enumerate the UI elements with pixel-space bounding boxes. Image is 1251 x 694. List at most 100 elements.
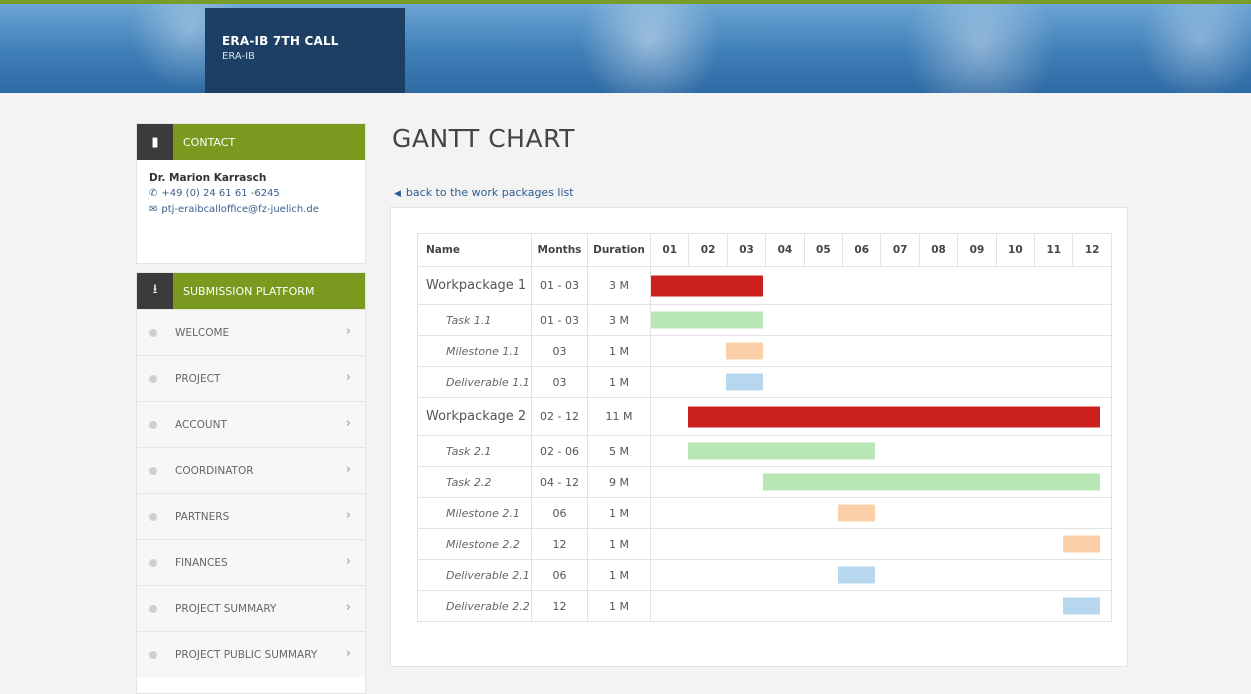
contact-header: ▮ CONTACT [137, 124, 365, 160]
bullet-icon [149, 374, 157, 383]
site-subtitle: ERA-IB [222, 51, 255, 62]
chevron-right-icon: › [345, 324, 351, 339]
header-banner: ERA-IB 7TH CALL ERA-IB [0, 0, 1251, 93]
row-name: Deliverable 2.2 [417, 590, 532, 622]
sidebar-item-coordinator[interactable]: COORDINATOR › [137, 447, 365, 493]
submission-heading: SUBMISSION PLATFORM [183, 284, 315, 298]
row-name: Workpackage 1 [417, 266, 532, 305]
month-label: 04 [765, 234, 803, 266]
sidebar-item-label: WELCOME [175, 326, 230, 339]
row-timeline [650, 435, 1112, 467]
row-name: Milestone 1.1 [417, 335, 532, 367]
sidebar-item-project-public-summary[interactable]: PROJECT PUBLIC SUMMARY › [137, 631, 365, 677]
contact-heading: CONTACT [183, 135, 236, 149]
milestone-bar [725, 342, 764, 360]
submission-nav: WELCOME › PROJECT › ACCOUNT › COORDINATOR › PART… [137, 309, 365, 677]
row-name: Deliverable 1.1 [417, 366, 532, 398]
row-name: Milestone 2.2 [417, 528, 532, 560]
header-accent-line [0, 0, 1251, 4]
site-title[interactable]: ERA-IB 7TH CALL [222, 34, 339, 48]
row-months: 03 [531, 335, 588, 367]
chevron-right-icon: › [345, 370, 351, 385]
row-duration: 1 M [587, 590, 651, 622]
bullet-icon [149, 558, 157, 567]
chevron-right-icon: › [345, 646, 351, 661]
row-duration: 1 M [587, 559, 651, 591]
bullet-icon [149, 650, 157, 659]
task-row: Task 2.1 02 - 06 5 M [417, 435, 1112, 467]
contact-card: ▮ CONTACT Dr. Marion Karrasch ✆ +49 (0) 2… [136, 123, 366, 264]
row-months: 04 - 12 [531, 466, 588, 498]
sidebar-item-welcome[interactable]: WELCOME › [137, 309, 365, 355]
task-bar [651, 311, 764, 329]
deliverable-bar [725, 373, 764, 391]
contact-email[interactable]: ✉ ptj-eraibcalloffice@fz-juelich.de [149, 202, 353, 218]
phone-text: +49 (0) 24 61 61 -6245 [161, 188, 280, 199]
month-label: 09 [957, 234, 995, 266]
gantt-body: Workpackage 1 01 - 03 3 M Task 1.1 01 - 03 3 … [417, 266, 1112, 622]
back-link-text[interactable]: back to the work packages list [406, 186, 574, 199]
bullet-icon [149, 604, 157, 613]
sidebar-item-label: ACCOUNT [175, 418, 227, 431]
sidebar-item-label: PROJECT [175, 372, 221, 385]
email-link[interactable]: ptj-eraibcalloffice@fz-juelich.de [161, 204, 319, 215]
month-label: 02 [688, 234, 726, 266]
row-duration: 11 M [587, 397, 651, 436]
month-label: 05 [803, 234, 842, 266]
sidebar-item-label: FINANCES [175, 556, 228, 569]
deliverable-row: Deliverable 2.2 12 1 M [417, 590, 1112, 622]
download-icon: ⭳ [137, 273, 173, 309]
row-duration: 3 M [587, 304, 651, 336]
row-duration: 1 M [587, 335, 651, 367]
milestone-row: Milestone 1.1 03 1 M [417, 335, 1112, 367]
row-name: Task 1.1 [417, 304, 532, 336]
row-months: 01 - 03 [531, 266, 588, 305]
submission-card: ⭳ SUBMISSION PLATFORM WELCOME › PROJECT › AC… [136, 272, 366, 694]
row-duration: 5 M [587, 435, 651, 467]
month-scale: 01 02 03 04 05 06 07 08 09 10 11 12 [651, 234, 1111, 266]
row-duration: 1 M [587, 497, 651, 529]
workpackage-bar [651, 275, 764, 296]
row-months: 06 [531, 559, 588, 591]
row-months: 12 [531, 590, 588, 622]
month-label: 01 [662, 244, 678, 256]
row-duration: 9 M [587, 466, 651, 498]
deliverable-bar [1062, 597, 1100, 615]
row-timeline [650, 304, 1112, 336]
month-label: 08 [918, 234, 957, 266]
sidebar-item-project[interactable]: PROJECT › [137, 355, 365, 401]
workpackage-bar [688, 406, 1100, 427]
sidebar-item-partners[interactable]: PARTNERS › [137, 493, 365, 539]
month-label: 07 [880, 234, 918, 266]
milestone-row: Milestone 2.2 12 1 M [417, 528, 1112, 560]
row-months: 02 - 06 [531, 435, 588, 467]
sidebar-item-project-summary[interactable]: PROJECT SUMMARY › [137, 585, 365, 631]
task-row: Task 1.1 01 - 03 3 M [417, 304, 1112, 336]
task-bar [688, 442, 876, 460]
sidebar-item-finances[interactable]: FINANCES › [137, 539, 365, 585]
task-bar [763, 473, 1100, 491]
milestone-bar [838, 504, 876, 522]
row-months: 06 [531, 497, 588, 529]
contact-body: Dr. Marion Karrasch ✆ +49 (0) 24 61 61 -6… [137, 160, 365, 230]
sidebar-item-label: PROJECT SUMMARY [175, 602, 277, 615]
sidebar-item-label: COORDINATOR [175, 464, 254, 477]
sidebar-item-label: PARTNERS [175, 510, 230, 523]
page-title: GANTT CHART [392, 124, 575, 153]
arrow-left-icon: ◀ [394, 189, 401, 199]
month-label: 03 [726, 234, 765, 266]
workpackage-row: Workpackage 1 01 - 03 3 M [417, 266, 1112, 305]
deliverable-row: Deliverable 1.1 03 1 M [417, 366, 1112, 398]
row-name: Task 2.1 [417, 435, 532, 467]
row-duration: 1 M [587, 366, 651, 398]
sidebar-item-account[interactable]: ACCOUNT › [137, 401, 365, 447]
row-timeline [650, 366, 1112, 398]
row-timeline [650, 466, 1112, 498]
contact-phone: ✆ +49 (0) 24 61 61 -6245 [149, 186, 353, 202]
back-link[interactable]: ◀ back to the work packages list [394, 186, 574, 199]
bullet-icon [149, 420, 157, 429]
phone-icon: ✆ [149, 188, 158, 199]
chevron-right-icon: › [345, 554, 351, 569]
chevron-right-icon: › [345, 508, 351, 523]
submission-header: ⭳ SUBMISSION PLATFORM [137, 273, 365, 309]
